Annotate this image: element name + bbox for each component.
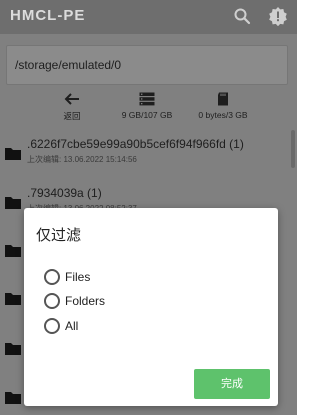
app-title: HMCL-PE (10, 7, 86, 24)
radio-label: Folders (65, 294, 106, 308)
folder-icon (5, 293, 21, 305)
file-name: .7934039a (1) (27, 186, 102, 200)
back-arrow-icon (64, 93, 79, 105)
list-item[interactable]: .6226f7cbe59e99a90b5cef6f94f966fd (1) 上次… (0, 135, 297, 181)
file-modified: 上次编辑: 13.06.2022 15:14:56 (27, 155, 137, 164)
back-button[interactable]: 返回 (58, 92, 86, 122)
file-name: .6226f7cbe59e99a90b5cef6f94f966fd (1) (27, 137, 244, 151)
storage-label: 9 GB/107 GB (121, 110, 173, 120)
back-label: 返回 (63, 111, 81, 121)
filter-dialog: 仅过滤 Files Folders All 完成 (24, 208, 278, 406)
folder-icon (5, 392, 21, 404)
folder-icon (5, 197, 21, 209)
storage-icon (139, 92, 155, 106)
storage-info[interactable]: 9 GB/107 GB (112, 92, 182, 122)
radio-label: Files (65, 270, 91, 284)
path-text: /storage/emulated/0 (15, 58, 122, 72)
radio-button[interactable] (44, 269, 60, 285)
search-icon[interactable] (233, 7, 251, 25)
folder-icon (5, 245, 21, 257)
folder-icon (5, 148, 21, 160)
sd-card-info[interactable]: 0 bytes/3 GB (188, 92, 258, 122)
sd-card-icon (218, 92, 228, 106)
done-button[interactable]: 完成 (194, 369, 270, 399)
app-bar: HMCL-PE (0, 0, 297, 34)
folder-icon (5, 343, 21, 355)
radio-label: All (65, 319, 79, 333)
radio-button[interactable] (44, 293, 60, 309)
path-field[interactable]: /storage/emulated/0 (6, 45, 288, 85)
dialog-title: 仅过滤 (36, 227, 82, 244)
radio-button[interactable] (44, 318, 60, 334)
alert-icon[interactable] (268, 6, 288, 26)
sd-card-label: 0 bytes/3 GB (198, 110, 248, 120)
